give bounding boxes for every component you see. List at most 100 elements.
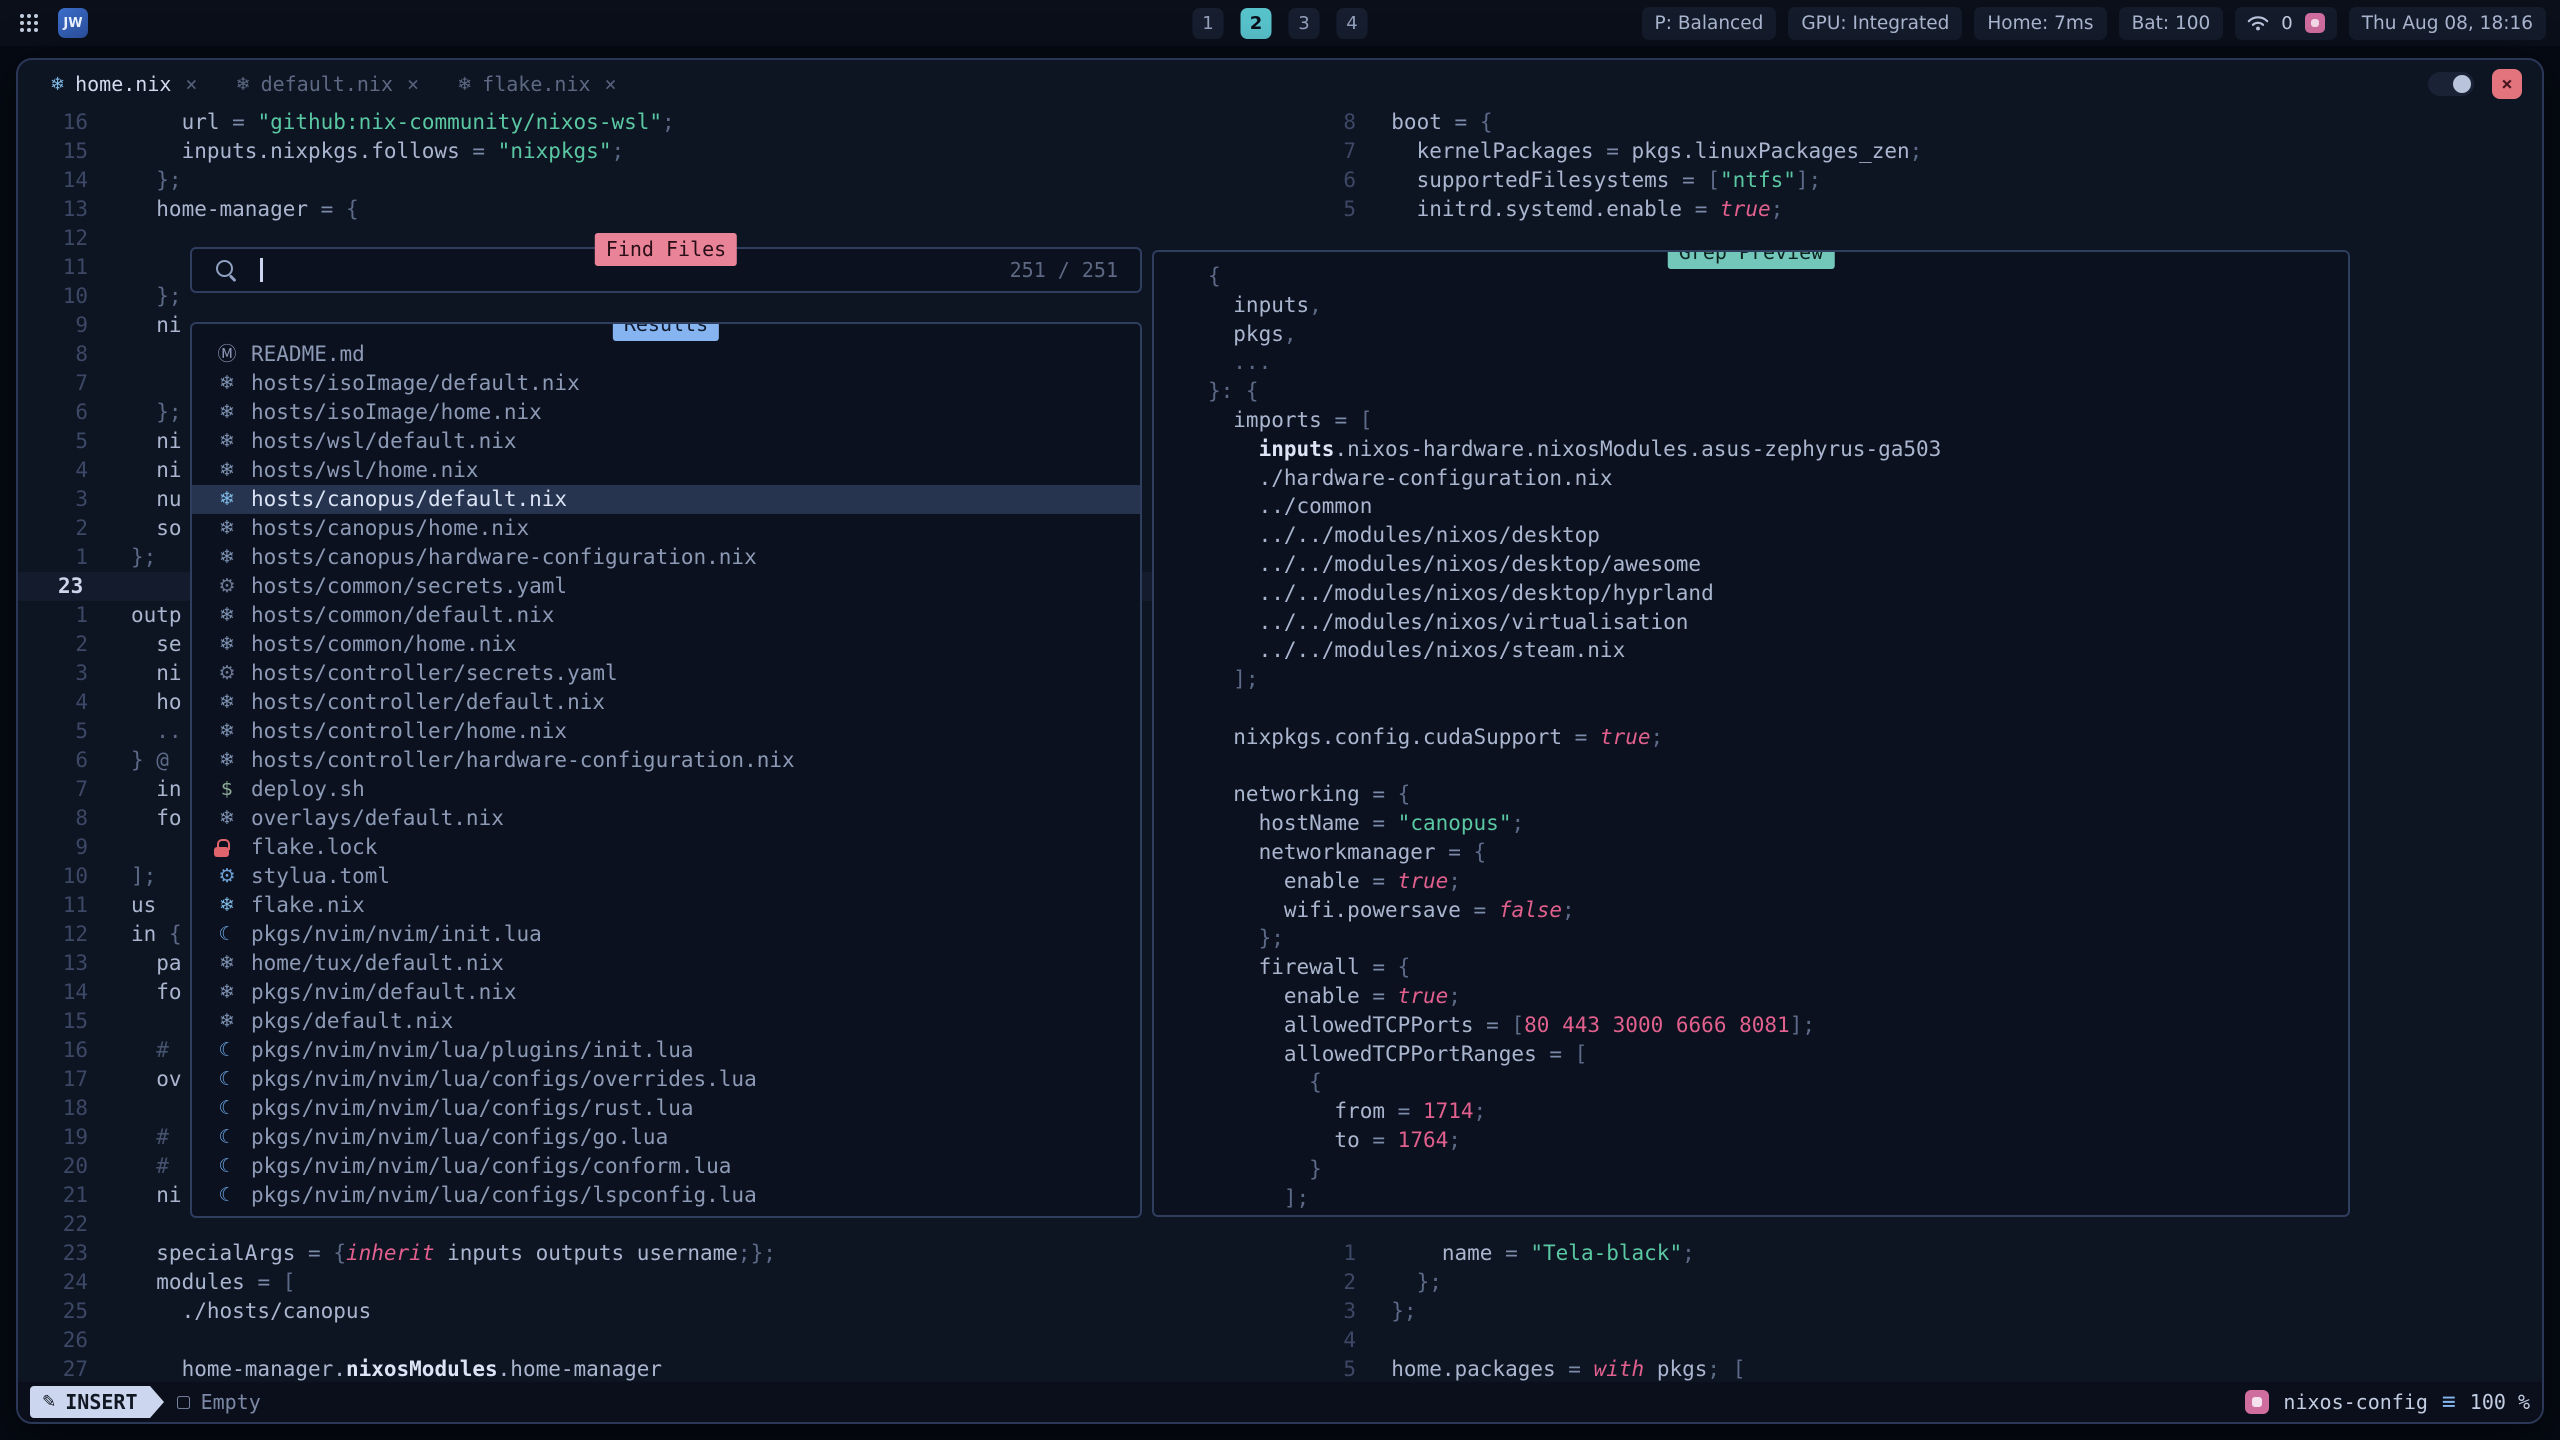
network-latency[interactable]: Home: 7ms — [1974, 7, 2106, 40]
code-line: }; — [1167, 924, 2348, 953]
battery[interactable]: Bat: 100 — [2119, 7, 2224, 40]
result-item[interactable]: ❄hosts/common/default.nix — [192, 601, 1140, 630]
result-item[interactable]: ⚙hosts/controller/secrets.yaml — [192, 659, 1140, 688]
tab-label: default.nix — [261, 72, 393, 96]
code-line: 6 supportedFilesystems = ["ntfs"]; — [1152, 166, 2542, 195]
code-line: 27 home-manager.nixosModules.home-manage… — [18, 1355, 1152, 1382]
telescope-prompt-title: Find Files — [595, 233, 737, 266]
nix-icon: ❄ — [214, 1007, 240, 1036]
mode-indicator: ✎ INSERT — [30, 1386, 150, 1418]
result-item[interactable]: ❄hosts/canopus/default.nix — [192, 485, 1140, 514]
line-number: 10 — [18, 282, 90, 311]
result-filename: flake.nix — [251, 891, 365, 920]
result-item[interactable]: ☾ pkgs/nvim/nvim/init.lua — [192, 920, 1140, 949]
code-line: 16 url = "github:nix-community/nixos-wsl… — [18, 108, 1152, 137]
line-number: 2 — [18, 630, 90, 659]
result-item[interactable]: ❄hosts/controller/default.nix — [192, 688, 1140, 717]
workspace-4[interactable]: 4 — [1337, 8, 1368, 39]
project-name: nixos-config — [2283, 1390, 2428, 1414]
line-number: 2 — [1152, 1268, 1358, 1297]
line-number: 16 — [18, 108, 90, 137]
result-filename: hosts/common/home.nix — [251, 630, 517, 659]
nix-icon: ❄ — [214, 949, 240, 978]
result-filename: pkgs/nvim/nvim/init.lua — [251, 920, 542, 949]
tab-list: ❄home.nix×❄default.nix×❄flake.nix× — [38, 67, 629, 101]
result-item[interactable]: ☾pkgs/nvim/nvim/lua/configs/go.lua — [192, 1123, 1140, 1152]
result-item[interactable]: ❄hosts/canopus/home.nix — [192, 514, 1140, 543]
code-line: 3 }; — [1152, 1297, 2542, 1326]
line-number: 20 — [18, 1152, 90, 1181]
result-item[interactable]: ❄overlays/default.nix — [192, 804, 1140, 833]
clock[interactable]: Thu Aug 08, 18:16 — [2349, 7, 2546, 40]
result-filename: pkgs/default.nix — [251, 1007, 453, 1036]
result-item[interactable]: ❄pkgs/nvim/default.nix — [192, 978, 1140, 1007]
code-line: pkgs, — [1167, 320, 2348, 349]
line-number: 5 — [18, 717, 90, 746]
result-item[interactable]: ❄hosts/isoImage/home.nix — [192, 398, 1140, 427]
result-item[interactable]: ☾pkgs/nvim/nvim/lua/configs/lspconfig.lu… — [192, 1181, 1140, 1210]
workspace-2[interactable]: 2 — [1241, 8, 1272, 39]
result-item[interactable]: ⚙ hosts/common/secrets.yaml — [192, 572, 1140, 601]
line-number: 23 — [18, 572, 90, 601]
system-tray[interactable]: 0 — [2235, 7, 2336, 40]
color-picker-icon[interactable] — [2305, 13, 2325, 33]
result-item[interactable]: ❄hosts/canopus/hardware-configuration.ni… — [192, 543, 1140, 572]
logo-badge[interactable]: JW — [58, 8, 88, 38]
result-filename: hosts/common/secrets.yaml — [251, 572, 567, 601]
tab-close-icon[interactable]: × — [407, 72, 419, 96]
code-line: ../../modules/nixos/desktop/hyprland — [1167, 579, 2348, 608]
result-filename: hosts/canopus/default.nix — [251, 485, 567, 514]
result-item[interactable]: flake.lock — [192, 833, 1140, 862]
line-number: 13 — [18, 195, 90, 224]
line-number: 27 — [18, 1355, 90, 1382]
gpu-mode[interactable]: GPU: Integrated — [1788, 7, 1962, 40]
line-number: 24 — [18, 1268, 90, 1297]
result-item[interactable]: ⓂREADME.md — [192, 340, 1140, 369]
apps-grid-icon[interactable] — [14, 8, 44, 38]
result-item[interactable]: ❄home/tux/default.nix — [192, 949, 1140, 978]
tab-home.nix[interactable]: ❄home.nix× — [38, 67, 209, 101]
result-item[interactable]: ❄ pkgs/default.nix — [192, 1007, 1140, 1036]
line-number: 6 — [18, 398, 90, 427]
result-filename: hosts/controller/home.nix — [251, 717, 567, 746]
tab-flake.nix[interactable]: ❄flake.nix× — [445, 67, 629, 101]
editor-area: 16 url = "github:nix-community/nixos-wsl… — [18, 108, 2542, 1382]
code-line: networkmanager = { — [1167, 838, 2348, 867]
lua-icon: ☾ — [214, 920, 240, 949]
result-item[interactable]: $deploy.sh — [192, 775, 1140, 804]
text-cursor — [260, 258, 263, 282]
result-item[interactable]: ❄hosts/controller/home.nix — [192, 717, 1140, 746]
workspace-1[interactable]: 1 — [1193, 8, 1224, 39]
result-item[interactable]: ☾pkgs/nvim/nvim/lua/configs/rust.lua — [192, 1094, 1140, 1123]
code-line: 15 inputs.nixpkgs.follows = "nixpkgs"; — [18, 137, 1152, 166]
line-number: 1 — [1152, 1239, 1358, 1268]
workspace-3[interactable]: 3 — [1289, 8, 1320, 39]
window-close-button[interactable]: × — [2492, 69, 2522, 99]
result-item[interactable]: ☾pkgs/nvim/nvim/lua/configs/overrides.lu… — [192, 1065, 1140, 1094]
result-item[interactable]: ❄hosts/isoImage/default.nix — [192, 369, 1140, 398]
result-filename: hosts/wsl/default.nix — [251, 427, 517, 456]
result-item[interactable]: ❄hosts/wsl/home.nix — [192, 456, 1140, 485]
system-bar: JW 1234 P: Balanced GPU: Integrated Home: … — [0, 0, 2560, 46]
yaml-icon: ⚙ — [214, 572, 240, 601]
result-item[interactable]: ❄hosts/controller/hardware-configuration… — [192, 746, 1140, 775]
power-profile[interactable]: P: Balanced — [1642, 7, 1777, 40]
tab-close-icon[interactable]: × — [185, 72, 197, 96]
result-filename: pkgs/nvim/nvim/lua/configs/overrides.lua — [251, 1065, 757, 1094]
code-line: ../../modules/nixos/desktop — [1167, 521, 2348, 550]
result-item[interactable]: ☾pkgs/nvim/nvim/lua/configs/conform.lua — [192, 1152, 1140, 1181]
bar-right: P: Balanced GPU: Integrated Home: 7ms Bat: … — [1642, 7, 2546, 40]
tab-close-icon[interactable]: × — [605, 72, 617, 96]
layout-toggle[interactable] — [2428, 72, 2474, 96]
result-item[interactable]: ❄hosts/wsl/default.nix — [192, 427, 1140, 456]
line-number: 1 — [18, 543, 90, 572]
line-number: 9 — [18, 311, 90, 340]
nix-icon: ❄ — [214, 746, 240, 775]
code-line: allowedTCPPorts = [80 443 3000 6666 8081… — [1167, 1011, 2348, 1040]
result-item[interactable]: ☾pkgs/nvim/nvim/lua/plugins/init.lua — [192, 1036, 1140, 1065]
result-item[interactable]: ❄hosts/common/home.nix — [192, 630, 1140, 659]
result-item[interactable]: ❄flake.nix — [192, 891, 1140, 920]
result-item[interactable]: ⚙stylua.toml — [192, 862, 1140, 891]
telescope-prompt[interactable]: Find Files 251 / 251 — [190, 247, 1142, 293]
tab-default.nix[interactable]: ❄default.nix× — [223, 67, 431, 101]
